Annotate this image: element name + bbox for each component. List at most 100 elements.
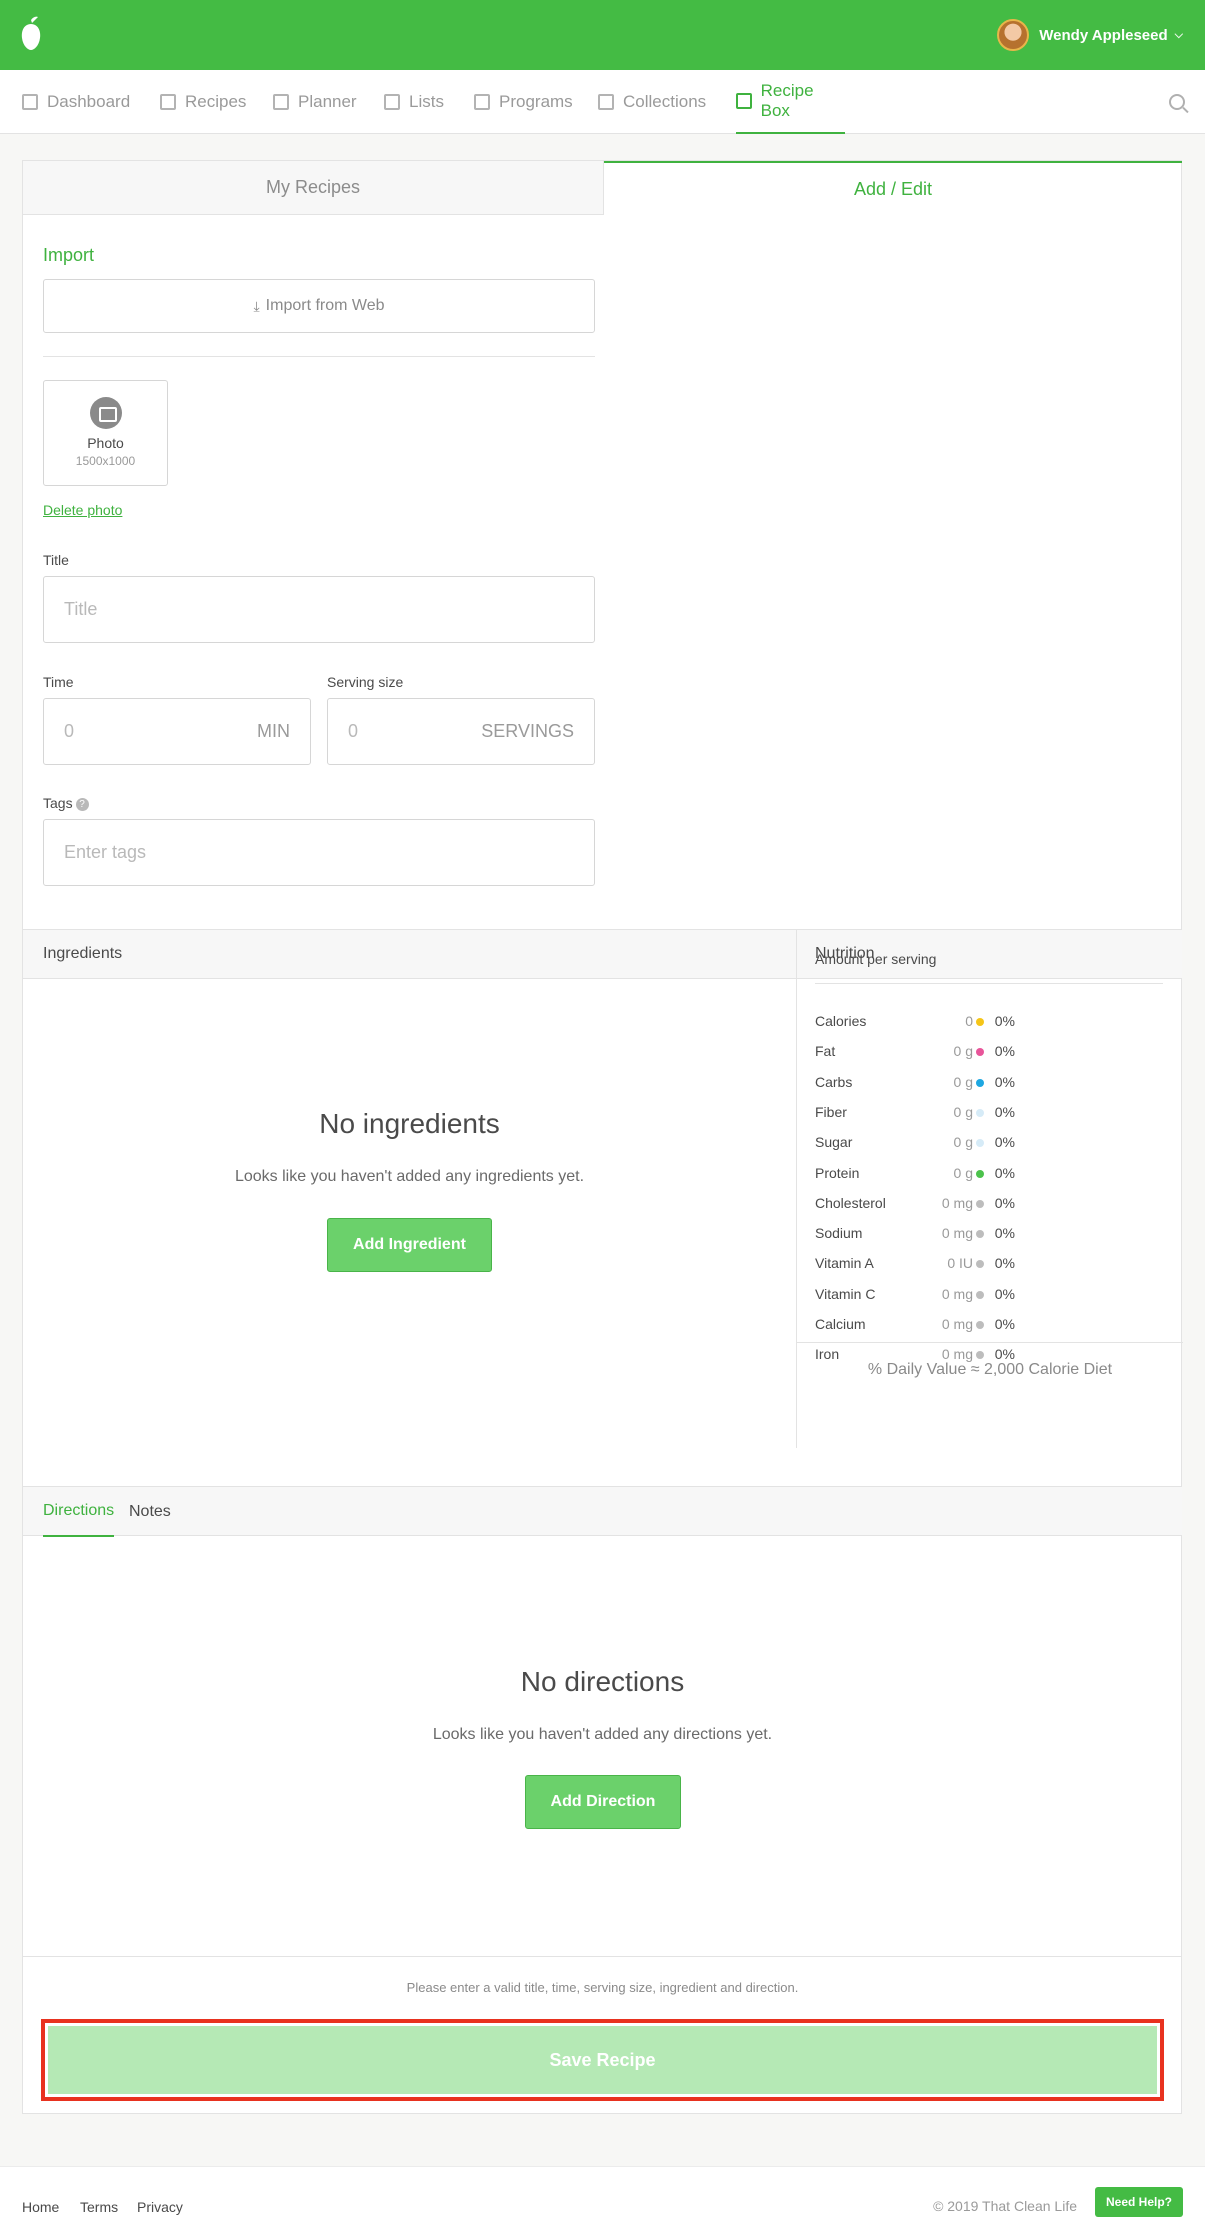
amount-per-serving: Amount per serving	[815, 951, 937, 967]
nutrient-color-dot	[976, 1108, 984, 1117]
nutrient-name: Calcium	[815, 1316, 866, 1332]
no-ingredients-text: Looks like you haven't added any ingredi…	[234, 1168, 585, 1185]
nutrient-color-dot	[976, 1290, 984, 1299]
folder-icon	[598, 94, 614, 110]
nutrient-value: 0 g	[953, 1134, 973, 1151]
main-nav: Dashboard Recipes Planner Lists Programs…	[0, 70, 1205, 134]
nutrient-name: Sugar	[815, 1134, 853, 1151]
nutrient-color-dot	[976, 1139, 984, 1148]
nutrition-row: Sodium 0 mg 0%	[815, 1225, 1015, 1245]
nutrition-row: Carbs 0 g 0%	[815, 1074, 1015, 1094]
nutrition-row: Vitamin A 0 IU 0%	[815, 1255, 1015, 1275]
search-icon[interactable]	[1169, 94, 1185, 110]
time-unit: MIN	[257, 721, 290, 741]
footer-link-privacy[interactable]: Privacy	[137, 2199, 183, 2215]
validation-message: Please enter a valid title, time, servin…	[406, 1980, 799, 1995]
nutrition-row: Fat 0 g 0%	[815, 1043, 1015, 1063]
nutrient-color-dot	[976, 1230, 984, 1239]
time-input[interactable]: 0 MIN	[43, 698, 311, 765]
nutrient-value: 0	[965, 1013, 973, 1029]
tags-input[interactable]: Enter tags	[43, 819, 595, 886]
serving-size-input[interactable]: 0 SERVINGS	[327, 698, 595, 765]
nav-item-recipe-box[interactable]: Recipe Box	[736, 70, 845, 134]
photo-upload[interactable]: Photo 1500x1000	[43, 380, 168, 486]
nutrition-row: Fiber 0 g 0%	[815, 1104, 1015, 1124]
box-icon	[736, 93, 752, 109]
chevron-down-icon: ⌵	[1174, 28, 1183, 41]
nutrient-value: 0 IU	[947, 1255, 973, 1272]
nutrient-percent: 0%	[994, 1194, 1015, 1211]
tab-my-recipes[interactable]: My Recipes	[23, 161, 604, 215]
directions-header: Directions Notes	[23, 1486, 1182, 1537]
tags-label: Tags?	[43, 795, 89, 811]
nutrient-color-dot	[976, 1078, 984, 1087]
nutrient-color-dot	[976, 1018, 984, 1026]
nav-label: Collections	[623, 92, 707, 111]
ingredients-heading: Ingredients	[43, 945, 123, 962]
add-direction-button[interactable]: Add Direction	[525, 1775, 681, 1829]
nutrient-name: Calories	[815, 1013, 867, 1029]
nutrient-percent: 0%	[994, 1134, 1015, 1151]
nutrient-percent: 0%	[994, 1013, 1015, 1029]
photo-size: 1500x1000	[75, 454, 136, 468]
nutrient-percent: 0%	[994, 1285, 1015, 1302]
nav-item-planner[interactable]: Planner	[273, 70, 357, 134]
nutrient-percent: 0%	[994, 1043, 1015, 1060]
nutrient-value: 0 g	[953, 1043, 973, 1060]
nutrient-color-dot	[976, 1199, 984, 1208]
nutrition-row: Calories 0 0%	[815, 1013, 1015, 1033]
nutrient-color-dot	[976, 1169, 984, 1178]
nav-item-collections[interactable]: Collections	[598, 70, 706, 134]
nav-item-recipes[interactable]: Recipes	[160, 70, 246, 134]
nutrition-row: Vitamin C 0 mg 0%	[815, 1286, 1015, 1306]
download-icon: ⤓	[253, 297, 260, 314]
nav-label: Planner	[298, 92, 357, 111]
nutrient-value: 0 mg	[941, 1194, 973, 1211]
nutrient-value: 0 mg	[941, 1316, 973, 1332]
nutrient-value: 0 mg	[941, 1285, 973, 1302]
tab-directions[interactable]: Directions	[43, 1487, 115, 1537]
divider	[43, 356, 595, 357]
add-ingredient-button[interactable]: Add Ingredient	[327, 1218, 492, 1272]
nav-item-lists[interactable]: Lists	[384, 70, 444, 134]
nav-label: Recipes	[185, 92, 247, 111]
nav-item-dashboard[interactable]: Dashboard	[22, 70, 130, 134]
nutrient-percent: 0%	[994, 1225, 1015, 1242]
logo-icon[interactable]	[20, 16, 42, 52]
nutrient-name: Fiber	[815, 1103, 847, 1120]
nutrient-name: Cholesterol	[815, 1194, 886, 1211]
serving-unit: SERVINGS	[481, 721, 574, 741]
nav-item-programs[interactable]: Programs	[474, 70, 573, 134]
nutrient-color-dot	[976, 1260, 984, 1269]
nutrient-name: Vitamin A	[815, 1255, 874, 1272]
nutrient-percent: 0%	[994, 1316, 1015, 1332]
recipes-icon	[160, 94, 176, 110]
copyright: © 2019 That Clean Life	[933, 2198, 1077, 2214]
footer-link-terms[interactable]: Terms	[80, 2199, 118, 2215]
nav-label: Lists	[409, 92, 444, 111]
user-menu[interactable]: Wendy Appleseed ⌵	[997, 18, 1183, 52]
import-from-web-button[interactable]: ⤓ Import from Web	[43, 279, 595, 333]
book-icon	[474, 94, 490, 110]
nutrition-panel: Amount per serving Calories 0 0% Fat 0 g 0% Ca…	[796, 931, 1183, 1448]
tab-add-edit[interactable]: Add / Edit	[604, 161, 1182, 215]
ingredients-header: Ingredients	[23, 929, 796, 979]
help-icon[interactable]: ?	[75, 798, 89, 811]
serving-value: 0	[348, 721, 359, 741]
nutrient-value: 0 mg	[941, 1225, 973, 1242]
divider	[815, 983, 1163, 984]
daily-value-note: % Daily Value ≈ 2,000 Calorie Diet	[797, 1342, 1183, 1396]
nutrition-row: Sugar 0 g 0%	[815, 1134, 1015, 1154]
tab-notes[interactable]: Notes	[129, 1487, 171, 1537]
nutrient-percent: 0%	[994, 1073, 1015, 1090]
nutrient-name: Protein	[815, 1164, 860, 1181]
delete-photo-link[interactable]: Delete photo	[43, 502, 122, 518]
nutrition-row: Calcium 0 mg 0%	[815, 1316, 1015, 1336]
need-help-button[interactable]: Need Help?	[1095, 2187, 1183, 2217]
nutrition-row: Cholesterol 0 mg 0%	[815, 1195, 1015, 1215]
title-input[interactable]: Title	[43, 576, 595, 643]
save-recipe-button[interactable]: Save Recipe	[48, 2026, 1157, 2094]
nav-label: Programs	[499, 92, 573, 111]
footer-link-home[interactable]: Home	[22, 2199, 59, 2215]
user-name: Wendy Appleseed	[1039, 26, 1168, 44]
